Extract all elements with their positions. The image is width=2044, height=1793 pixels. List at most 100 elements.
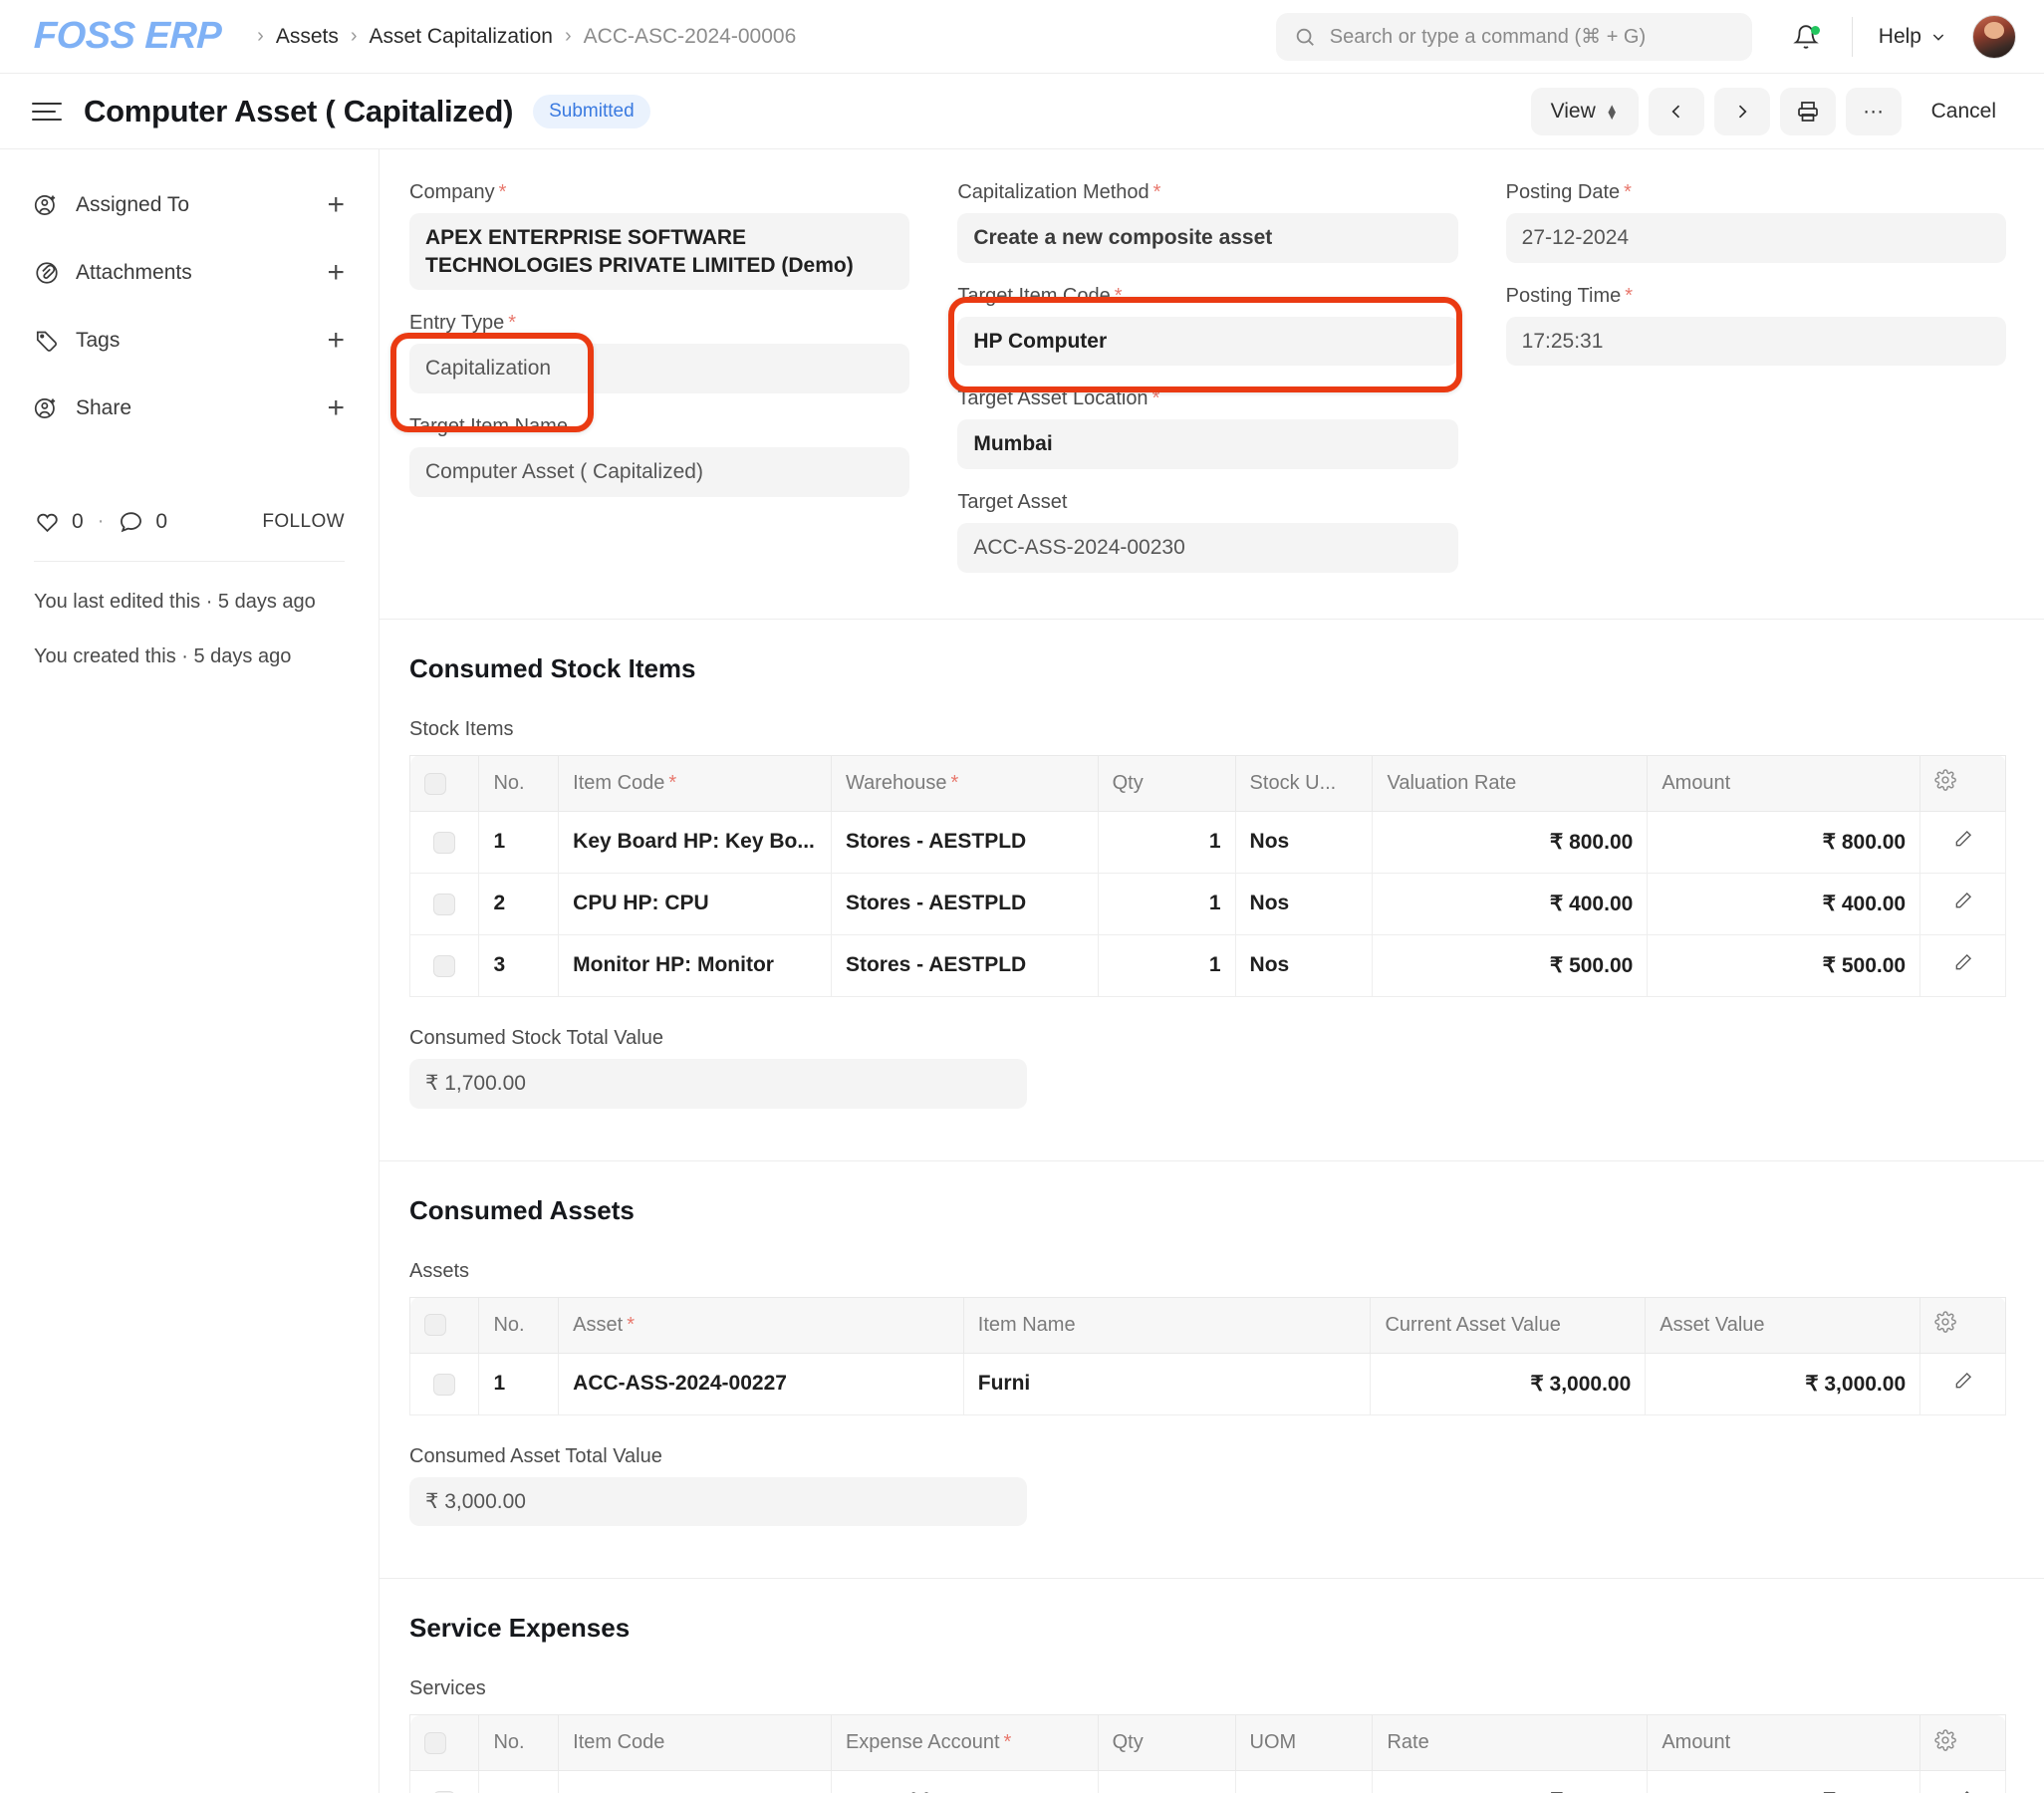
grid-settings-button[interactable]	[1919, 1714, 2006, 1772]
sidebar-item-assigned-to[interactable]: Assigned To +	[34, 179, 345, 231]
checkbox-icon[interactable]	[433, 954, 456, 977]
avatar[interactable]	[1972, 14, 2016, 59]
cell-stock-uom[interactable]: Nos	[1235, 872, 1374, 935]
table-row[interactable]: 1 IT Expenses Consulting Expenses ... 1 …	[408, 1770, 2006, 1793]
row-checkbox-cell[interactable]	[408, 1770, 480, 1793]
cell-qty[interactable]: 1	[1098, 1770, 1236, 1793]
cell-qty[interactable]: 1	[1098, 810, 1236, 874]
add-assigned-to-button[interactable]: +	[327, 190, 345, 220]
ellipsis-icon: ···	[1863, 99, 1885, 123]
entry-type-input[interactable]: Capitalization	[409, 344, 910, 394]
search-input[interactable]: Search or type a command (⌘ + G)	[1275, 12, 1752, 61]
cell-amount[interactable]: ₹ 500.00	[1647, 933, 1921, 997]
cell-amount[interactable]: ₹ 500.00	[1647, 1770, 1921, 1793]
cell-valuation-rate[interactable]: ₹ 800.00	[1372, 810, 1649, 874]
cell-asset-value[interactable]: ₹ 3,000.00	[1645, 1352, 1921, 1415]
cell-stock-uom[interactable]: Nos	[1235, 933, 1374, 997]
target-asset-location-input[interactable]: Mumbai	[957, 419, 1458, 470]
breadcrumb-item-asset-capitalization[interactable]: Asset Capitalization	[370, 25, 553, 49]
chevron-right-icon: ›	[564, 25, 572, 47]
add-attachment-button[interactable]: +	[327, 258, 345, 288]
edit-row-button[interactable]	[1919, 933, 2006, 997]
cell-valuation-rate[interactable]: ₹ 500.00	[1372, 933, 1649, 997]
cell-warehouse[interactable]: Stores - AESTPLD	[831, 933, 1099, 997]
sidebar-item-attachments[interactable]: Attachments +	[34, 247, 345, 299]
cell-qty[interactable]: 1	[1098, 872, 1236, 935]
cell-item-name[interactable]: Furni	[963, 1352, 1372, 1415]
target-item-code-input[interactable]: HP Computer	[957, 316, 1458, 367]
grid-settings-button[interactable]	[1919, 754, 2006, 812]
gear-icon	[1934, 1311, 1957, 1333]
row-checkbox-cell[interactable]	[408, 872, 480, 935]
next-document-button[interactable]	[1713, 87, 1770, 135]
cell-rate[interactable]: ₹ 500.00	[1372, 1770, 1649, 1793]
add-tag-button[interactable]: +	[327, 326, 345, 356]
heart-icon[interactable]	[34, 508, 61, 535]
row-checkbox-cell[interactable]	[408, 810, 480, 874]
breadcrumb-item-assets[interactable]: Assets	[276, 25, 339, 49]
cell-item-code[interactable]: Monitor HP: Monitor	[558, 933, 832, 997]
row-checkbox-cell[interactable]	[408, 1352, 480, 1415]
cancel-button[interactable]: Cancel	[1912, 88, 2016, 135]
checkbox-icon[interactable]	[433, 1373, 456, 1396]
select-all-header[interactable]	[408, 754, 480, 812]
cell-warehouse[interactable]: Stores - AESTPLD	[831, 872, 1099, 935]
cell-item-code[interactable]: IT Expenses	[558, 1770, 832, 1793]
edit-row-button[interactable]	[1919, 1770, 2006, 1793]
cell-amount[interactable]: ₹ 400.00	[1647, 872, 1921, 935]
sidebar-item-tags[interactable]: Tags +	[34, 315, 345, 367]
print-button[interactable]	[1779, 87, 1836, 135]
cell-uom[interactable]: Nos	[1235, 1770, 1374, 1793]
checkbox-icon[interactable]	[424, 1732, 446, 1755]
checkbox-icon[interactable]	[424, 1314, 446, 1337]
required-asterisk: *	[1003, 1731, 1012, 1754]
comment-icon[interactable]	[118, 508, 144, 535]
cell-asset[interactable]: ACC-ASS-2024-00227	[558, 1352, 964, 1415]
row-checkbox-cell[interactable]	[408, 933, 480, 997]
field-label: Entry Type *	[409, 312, 517, 335]
sidebar-toggle-button[interactable]	[32, 102, 62, 121]
add-share-button[interactable]: +	[327, 393, 345, 423]
select-all-header[interactable]	[408, 1714, 480, 1772]
more-options-button[interactable]: ···	[1845, 87, 1902, 135]
table-row[interactable]: 3 Monitor HP: Monitor Stores - AESTPLD 1…	[408, 933, 2006, 997]
cell-stock-uom[interactable]: Nos	[1235, 810, 1374, 874]
table-row[interactable]: 1 ACC-ASS-2024-00227 Furni ₹ 3,000.00 ₹ …	[408, 1352, 2006, 1415]
cell-current-asset-value[interactable]: ₹ 3,000.00	[1370, 1352, 1647, 1415]
target-asset-input[interactable]: ACC-ASS-2024-00230	[957, 523, 1458, 573]
cell-qty[interactable]: 1	[1098, 933, 1236, 997]
cell-item-code[interactable]: CPU HP: CPU	[558, 872, 832, 935]
help-menu[interactable]: Help	[1879, 25, 1946, 49]
follow-button[interactable]: FOLLOW	[262, 511, 345, 533]
prev-document-button[interactable]	[1648, 87, 1704, 135]
sidebar-item-share[interactable]: Share +	[34, 383, 345, 434]
grid-settings-button[interactable]	[1919, 1296, 2006, 1354]
edit-row-button[interactable]	[1919, 1352, 2006, 1415]
chevron-updown-icon: ▲ ▼	[1605, 100, 1619, 123]
notifications-button[interactable]	[1786, 24, 1826, 50]
cell-valuation-rate[interactable]: ₹ 400.00	[1372, 872, 1649, 935]
posting-time-input[interactable]: 17:25:31	[1505, 316, 2006, 367]
field-posting-time: Posting Time * 17:25:31	[1505, 285, 2006, 367]
edit-row-button[interactable]	[1919, 872, 2006, 935]
table-row[interactable]: 2 CPU HP: CPU Stores - AESTPLD 1 Nos ₹ 4…	[408, 872, 2006, 935]
app-logo[interactable]: FOSS ERP	[33, 15, 222, 58]
cell-amount[interactable]: ₹ 800.00	[1647, 810, 1921, 874]
view-button[interactable]: View ▲ ▼	[1530, 87, 1639, 135]
cell-expense-account[interactable]: Consulting Expenses ...	[831, 1770, 1099, 1793]
posting-date-input[interactable]: 27-12-2024	[1505, 213, 2006, 263]
checkbox-icon[interactable]	[433, 831, 456, 854]
created-note: You created this · 5 days ago	[34, 645, 292, 667]
cell-item-code[interactable]: Key Board HP: Key Bo...	[558, 810, 832, 874]
checkbox-icon[interactable]	[424, 772, 446, 795]
column-header-amount: Amount	[1647, 1714, 1921, 1772]
checkbox-icon[interactable]	[433, 893, 456, 915]
edit-row-button[interactable]	[1919, 810, 2006, 874]
target-item-name-input[interactable]: Computer Asset ( Capitalized)	[409, 447, 910, 497]
select-all-header[interactable]	[408, 1296, 480, 1354]
breadcrumb: › Assets › Asset Capitalization › ACC-AS…	[245, 25, 796, 49]
capitalization-method-input[interactable]: Create a new composite asset	[957, 213, 1458, 263]
cell-warehouse[interactable]: Stores - AESTPLD	[831, 810, 1099, 874]
company-input[interactable]: APEX ENTERPRISE SOFTWARE TECHNOLOGIES PR…	[409, 213, 910, 291]
table-row[interactable]: 1 Key Board HP: Key Bo... Stores - AESTP…	[408, 810, 2006, 874]
